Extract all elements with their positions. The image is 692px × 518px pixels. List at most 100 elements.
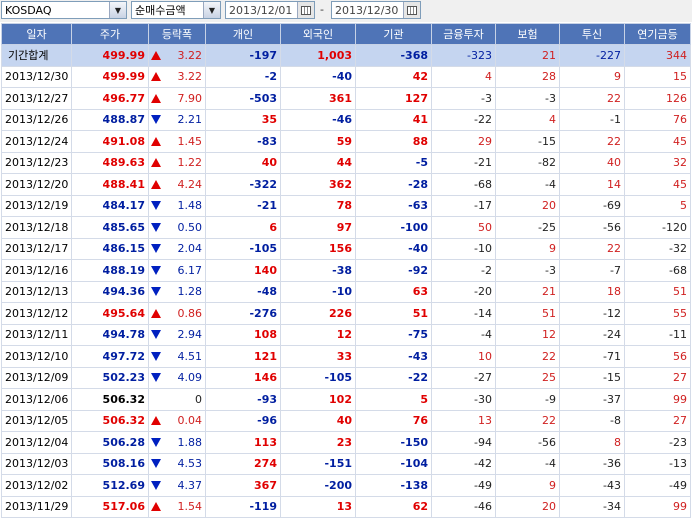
table-row[interactable]: 2013/12/04 506.28 1.88 113 23 -150 -94 -56 8 -23	[1, 431, 691, 454]
table-row[interactable]: 2013/12/19 484.17 1.48 -21 78 -63 -17 20 -69 5	[1, 194, 691, 217]
cell-price: 488.87	[71, 108, 149, 131]
column-header-insurance[interactable]: 보험	[495, 23, 560, 45]
table-row[interactable]: 2013/12/06 506.32 0 -93 102 5 -30 -9 -37 99	[1, 388, 691, 411]
summary-row[interactable]: 기간합계 499.99 3.22 -197 1,003 -368 -323 21 -227 344	[1, 44, 691, 67]
chevron-down-icon[interactable]: ▼	[203, 2, 220, 18]
change-value: 6.17	[177, 263, 203, 277]
cell-price: 485.65	[71, 216, 149, 239]
cell-pension: -120	[624, 216, 691, 239]
cell-individual: -21	[205, 194, 281, 217]
start-date-field[interactable]: 2013/12/01	[225, 1, 315, 19]
end-date-field[interactable]: 2013/12/30	[331, 1, 421, 19]
cell-institution: -92	[355, 259, 432, 282]
investor-type-select[interactable]: 순매수금액 ▼	[131, 1, 221, 19]
chevron-down-icon[interactable]: ▼	[109, 2, 126, 18]
table-row[interactable]: 2013/12/18 485.65 0.50 6 97 -100 50 -25 -56 -120	[1, 216, 691, 239]
cell-change: 1.48	[148, 194, 206, 217]
cell-trust: -69	[559, 194, 625, 217]
cell-financial: -22	[431, 108, 496, 131]
column-header-institution[interactable]: 기관	[355, 23, 432, 45]
cell-financial: -30	[431, 388, 496, 411]
cell-insurance: -4	[495, 173, 560, 196]
cell-change: 1.88	[148, 431, 206, 454]
column-header-financial-investment[interactable]: 금융투자	[431, 23, 496, 45]
cell-price: 499.99	[71, 44, 149, 67]
table-row[interactable]: 2013/12/23 489.63 1.22 40 44 -5 -21 -82 40 32	[1, 151, 691, 174]
cell-pension: 56	[624, 345, 691, 368]
cell-price: 506.32	[71, 409, 149, 432]
table-row[interactable]: 2013/12/11 494.78 2.94 108 12 -75 -4 12 -24 -11	[1, 323, 691, 346]
table-row[interactable]: 2013/12/16 488.19 6.17 140 -38 -92 -2 -3 -7 -68	[1, 259, 691, 282]
cell-insurance: -3	[495, 259, 560, 282]
table-row[interactable]: 2013/12/09 502.23 4.09 146 -105 -22 -27 25 -15 27	[1, 366, 691, 389]
column-header-foreign[interactable]: 외국인	[280, 23, 356, 45]
table-row[interactable]: 2013/12/12 495.64 0.86 -276 226 51 -14 51 -12 55	[1, 302, 691, 325]
cell-foreign: 1,003	[280, 44, 356, 67]
table-row[interactable]: 2013/12/02 512.69 4.37 367 -200 -138 -49 9 -43 -4…	[1, 474, 691, 497]
change-value: 1.88	[177, 435, 203, 449]
change-value: 3.22	[177, 70, 203, 84]
summary-label: 기간합계	[1, 44, 72, 67]
table-row[interactable]: 2013/12/30 499.99 3.22 -2 -40 42 4 28 9 15	[1, 65, 691, 88]
cell-individual: 274	[205, 452, 281, 475]
cell-financial: -94	[431, 431, 496, 454]
table-row[interactable]: 2013/12/24 491.08 1.45 -83 59 88 29 -15 22 45	[1, 130, 691, 153]
calendar-icon[interactable]	[403, 2, 420, 18]
start-date-value[interactable]: 2013/12/01	[226, 4, 297, 17]
cell-change: 0.04	[148, 409, 206, 432]
cell-pension: 5	[624, 194, 691, 217]
down-triangle-icon	[151, 265, 161, 275]
market-select[interactable]: KOSDAQ ▼	[1, 1, 127, 19]
column-header-investment-trust[interactable]: 투신	[559, 23, 625, 45]
up-triangle-icon	[151, 416, 161, 426]
cell-foreign: 156	[280, 237, 356, 260]
calendar-icon[interactable]	[297, 2, 314, 18]
cell-trust: -34	[559, 495, 625, 518]
cell-trust: -1	[559, 108, 625, 131]
table-row[interactable]: 2013/12/17 486.15 2.04 -105 156 -40 -10 9 22 -32	[1, 237, 691, 260]
change-value: 0	[195, 392, 202, 406]
table-row[interactable]: 2013/12/05 506.32 0.04 -96 40 76 13 22 -8 27	[1, 409, 691, 432]
cell-insurance: -56	[495, 431, 560, 454]
cell-financial: -3	[431, 87, 496, 110]
cell-trust: -37	[559, 388, 625, 411]
cell-individual: 6	[205, 216, 281, 239]
cell-change: 2.21	[148, 108, 206, 131]
cell-foreign: -105	[280, 366, 356, 389]
down-triangle-icon	[151, 330, 161, 340]
cell-insurance: 25	[495, 366, 560, 389]
column-header-individual[interactable]: 개인	[205, 23, 281, 45]
end-date-value[interactable]: 2013/12/30	[332, 4, 403, 17]
table-row[interactable]: 2013/12/03 508.16 4.53 274 -151 -104 -42 -4 -36-…	[1, 452, 691, 475]
cell-foreign: 44	[280, 151, 356, 174]
cell-price: 494.36	[71, 280, 149, 303]
toolbar: KOSDAQ ▼ 순매수금액 ▼ 2013/12/01 - 2013/12/30	[0, 0, 692, 22]
column-header-date[interactable]: 일자	[1, 23, 72, 45]
down-triangle-icon	[151, 201, 161, 211]
cell-individual: -503	[205, 87, 281, 110]
table-row[interactable]: 2013/11/29 517.06 1.54 -119 13 62 -46 20 -34 99	[1, 495, 691, 518]
column-header-change[interactable]: 등락폭	[148, 23, 206, 45]
table-row[interactable]: 2013/12/26 488.87 2.21 35 -46 41 -22 4 -1 76	[1, 108, 691, 131]
table-row[interactable]: 2013/12/10 497.72 4.51 121 33 -43 10 22 -71 56	[1, 345, 691, 368]
cell-pension: 27	[624, 409, 691, 432]
cell-financial: -10	[431, 237, 496, 260]
cell-financial: 29	[431, 130, 496, 153]
table-row[interactable]: 2013/12/20 488.41 4.24 -322 362 -28 -68 -4 14 45	[1, 173, 691, 196]
table-row[interactable]: 2013/12/27 496.77 7.90 -503 361 127 -3 -3 22 126	[1, 87, 691, 110]
cell-price: 496.77	[71, 87, 149, 110]
cell-institution: -22	[355, 366, 432, 389]
cell-pension: 126	[624, 87, 691, 110]
cell-change: 2.94	[148, 323, 206, 346]
change-value: 4.51	[177, 349, 203, 363]
column-header-price[interactable]: 주가	[71, 23, 149, 45]
down-triangle-icon	[151, 373, 161, 383]
change-value: 1.54	[177, 500, 203, 514]
investor-type-select-value: 순매수금액	[135, 4, 186, 17]
table-row[interactable]: 2013/12/13 494.36 1.28 -48 -10 63 -20 21 18 51	[1, 280, 691, 303]
cell-date: 2013/12/18	[1, 216, 72, 239]
cell-institution: 5	[355, 388, 432, 411]
up-triangle-icon	[151, 72, 161, 82]
column-header-pension-fund[interactable]: 연기금등	[624, 23, 691, 45]
cell-institution: -28	[355, 173, 432, 196]
